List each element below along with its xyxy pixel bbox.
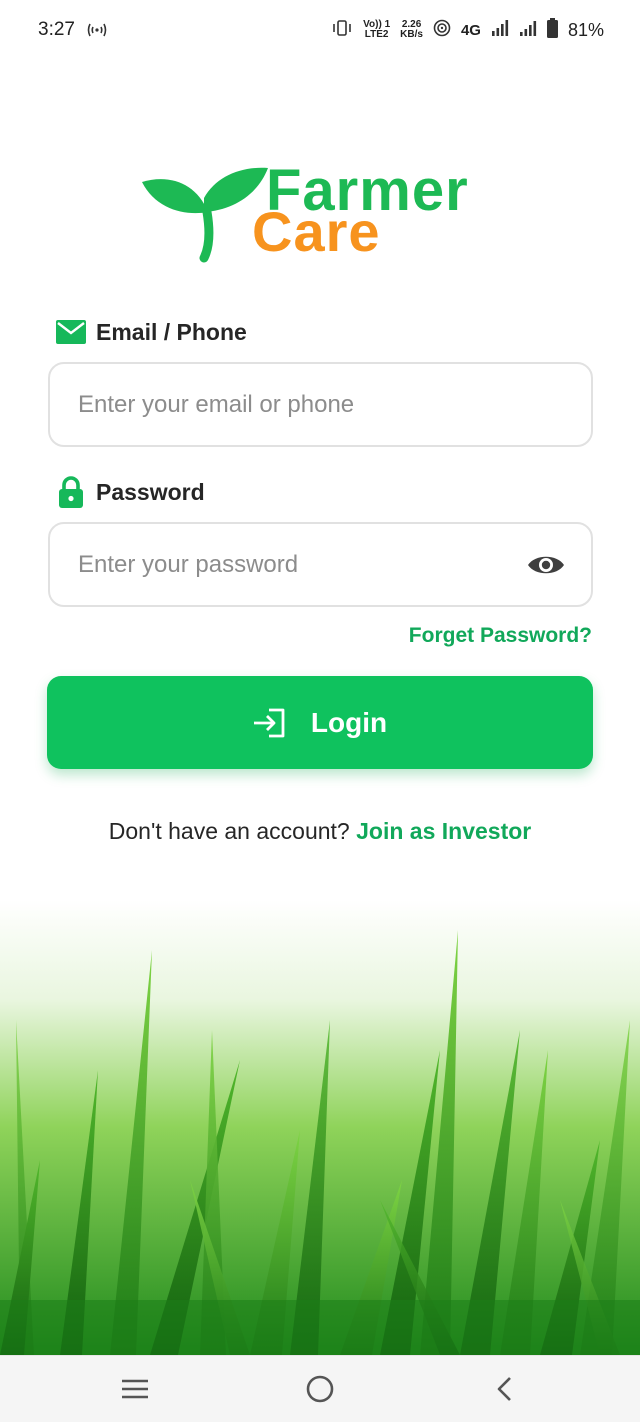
signal-2-icon (519, 19, 537, 42)
farmer-care-logo: Farmer Care (138, 160, 508, 264)
mail-icon (56, 317, 86, 347)
join-as-investor-link[interactable]: Join as Investor (356, 818, 531, 844)
email-label-text: Email / Phone (96, 318, 247, 345)
login-arrow-icon (253, 708, 285, 737)
status-time: 3:27 (38, 19, 75, 40)
home-circle-icon[interactable] (303, 1374, 337, 1404)
login-button-label: Login (310, 706, 388, 738)
battery-level: 81% (567, 19, 604, 40)
system-navigation-bar (0, 1355, 640, 1422)
eye-icon[interactable] (527, 552, 565, 578)
signup-prompt: Don't have an account? (108, 818, 350, 844)
net-speed: 2.26 KB/s (400, 20, 423, 40)
vibrate-icon (331, 19, 353, 42)
battery-icon (546, 17, 558, 43)
grass-background-image (0, 900, 640, 1355)
logo-word-care: Care (252, 200, 381, 263)
forget-password-link[interactable]: Forget Password? (409, 624, 592, 648)
signup-line: Don't have an account? Join as Investor (0, 818, 640, 845)
network-type: 4G (460, 21, 481, 39)
wifi-hotspot-icon (433, 19, 451, 42)
lock-icon (56, 476, 86, 508)
back-chevron-icon[interactable] (488, 1374, 522, 1404)
signal-1-icon (491, 19, 509, 42)
password-label-text: Password (96, 478, 205, 505)
volte-indicator: Vo)) 1 LTE2 (363, 20, 390, 40)
password-label: Password (56, 476, 205, 508)
password-input-box[interactable] (48, 522, 593, 607)
status-bar: 3:27 Vo)) 1 LTE2 2.26 KB/s 4G 81% (0, 0, 640, 62)
email-label: Email / Phone (56, 316, 247, 348)
volte-bottom: LTE2 (364, 29, 389, 40)
net-speed-unit: KB/s (400, 29, 423, 40)
password-input[interactable] (76, 524, 516, 605)
status-icons: Vo)) 1 LTE2 2.26 KB/s 4G 81% (331, 16, 604, 44)
menu-icon[interactable] (118, 1374, 152, 1404)
login-screen: 3:27 Vo)) 1 LTE2 2.26 KB/s 4G 81% Farmer… (0, 0, 640, 1422)
hotspot-icon (86, 20, 108, 45)
login-button[interactable]: Login (47, 676, 593, 769)
email-input[interactable] (76, 364, 516, 445)
email-input-box[interactable] (48, 362, 593, 447)
